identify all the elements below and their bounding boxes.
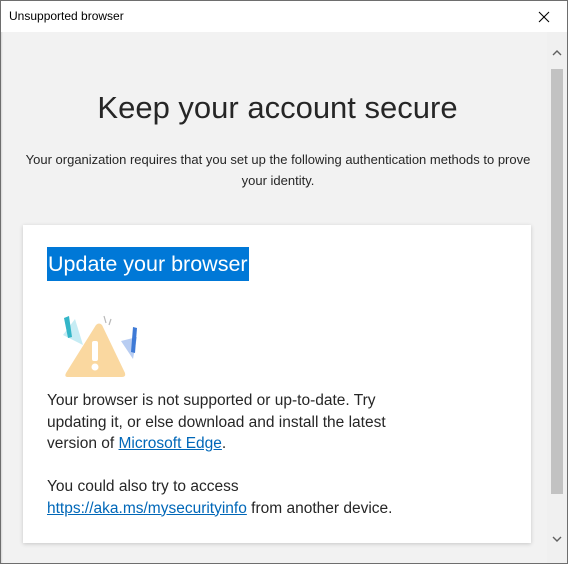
paragraph2-end: from another device. — [246, 499, 393, 517]
title-bar: Unsupported browser — [1, 1, 567, 32]
paragraph2-text: You could also try to access — [47, 478, 239, 495]
browser-unsupported-text: Your browser is not supported or up-to-d… — [47, 390, 437, 455]
scroll-down-button[interactable] — [547, 529, 567, 549]
window-title: Unsupported browser — [9, 9, 124, 23]
vertical-scrollbar[interactable] — [547, 32, 567, 563]
page-content: Keep your account secure Your organizati… — [1, 32, 547, 563]
scrollbar-thumb[interactable] — [551, 69, 563, 494]
scroll-down-arrow-icon — [552, 536, 562, 542]
left-edge-shadow — [1, 32, 3, 563]
scroll-up-arrow-icon — [552, 50, 562, 56]
alternative-device-text: You could also try to access https://aka… — [47, 476, 437, 519]
card-title: Update your browser — [47, 247, 249, 281]
page-subtitle: Your organization requires that you set … — [25, 152, 531, 188]
mysecurityinfo-link[interactable]: https://aka.ms/mysecurityinfo — [47, 500, 247, 517]
scroll-up-button[interactable] — [547, 43, 567, 63]
close-icon — [538, 11, 550, 22]
microsoft-edge-link[interactable]: Microsoft Edge — [119, 435, 222, 452]
update-browser-card: Update your browser Your browser is not … — [23, 225, 531, 543]
warning-illustration-icon — [63, 315, 137, 377]
dialog-window: Unsupported browser Keep your account se… — [0, 0, 568, 564]
paragraph1-end: . — [221, 435, 227, 452]
close-button[interactable] — [521, 1, 567, 32]
page-title: Keep your account secure — [97, 90, 458, 125]
